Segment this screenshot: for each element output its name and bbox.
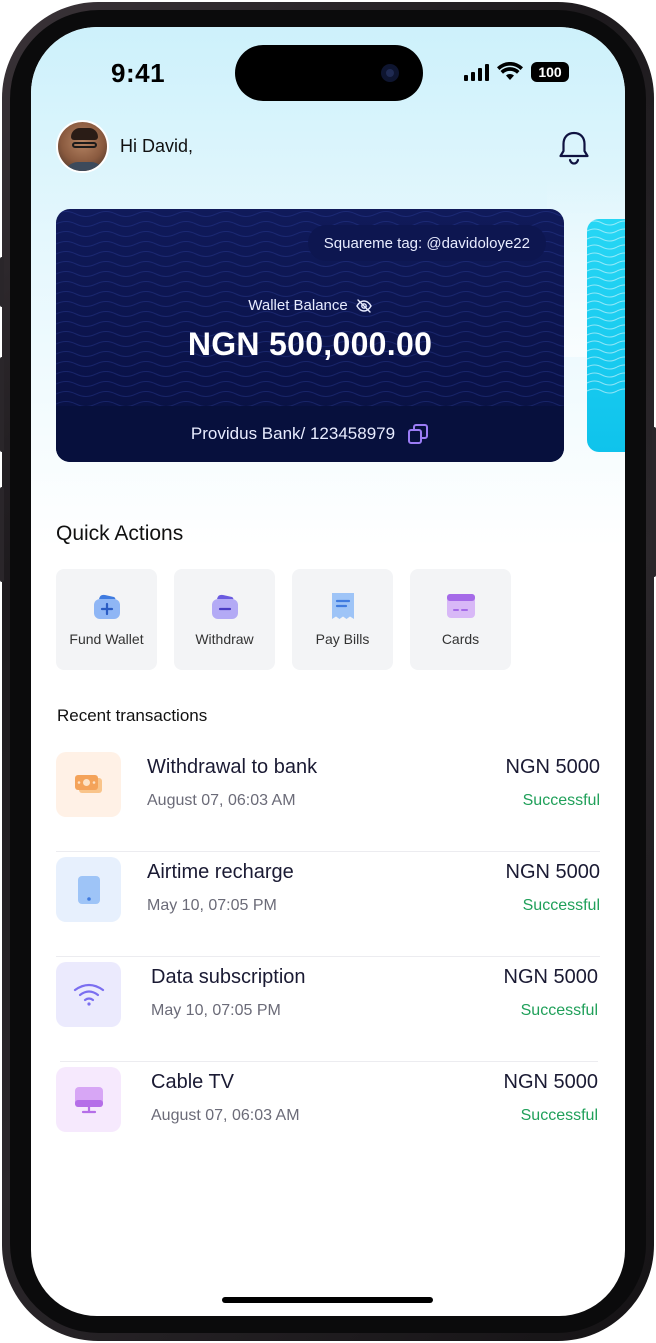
withdraw-icon <box>211 594 238 619</box>
dynamic-island <box>235 45 423 101</box>
wallet-card[interactable]: Squareme tag: @davidoloye22 Wallet Balan… <box>56 209 564 462</box>
wifi-icon <box>56 962 121 1027</box>
mute-switch <box>0 257 4 307</box>
transaction-row[interactable]: Withdrawal to bank August 07, 06:03 AM N… <box>56 747 600 852</box>
transaction-row[interactable]: Cable TV August 07, 06:03 AM NGN 5000 Su… <box>56 1062 599 1167</box>
phone-icon <box>56 857 121 922</box>
avatar[interactable] <box>56 120 109 173</box>
card-icon <box>446 594 475 618</box>
bell-icon[interactable] <box>556 129 592 167</box>
squareme-tag[interactable]: Squareme tag: @davidoloye22 <box>307 225 546 261</box>
tv-icon <box>56 1067 121 1132</box>
signal-icon <box>464 63 489 81</box>
status-icons: 100 <box>464 61 569 83</box>
transaction-date: May 10, 07:05 PM <box>151 1002 281 1019</box>
bank-account-row: Providus Bank/ 123458979 <box>56 406 564 462</box>
wallet-balance-label: Wallet Balance <box>56 297 564 314</box>
wifi-status-icon <box>497 62 523 80</box>
wallet-balance-label-text: Wallet Balance <box>248 297 348 314</box>
camera-icon <box>381 64 399 82</box>
quick-action-fund-wallet[interactable]: Fund Wallet <box>56 569 157 670</box>
transaction-status: Successful <box>522 897 600 914</box>
transaction-row[interactable]: Airtime recharge May 10, 07:05 PM NGN 50… <box>56 852 600 957</box>
transaction-amount: NGN 5000 <box>503 966 599 988</box>
quick-action-label: Fund Wallet <box>69 631 144 647</box>
transactions-list: Withdrawal to bank August 07, 06:03 AM N… <box>56 747 600 1167</box>
transaction-date: August 07, 06:03 AM <box>147 792 296 809</box>
quick-action-label: Withdraw <box>195 631 254 647</box>
quick-actions-title: Quick Actions <box>56 522 184 545</box>
receipt-icon <box>331 593 354 619</box>
transaction-status: Successful <box>520 1002 598 1019</box>
quick-action-label: Pay Bills <box>315 631 370 647</box>
status-time: 9:41 <box>111 58 166 88</box>
quick-action-withdraw[interactable]: Withdraw <box>174 569 275 670</box>
quick-action-cards[interactable]: Cards <box>410 569 511 670</box>
volume-up-button <box>0 357 4 452</box>
recent-transactions-title: Recent transactions <box>57 706 208 725</box>
next-card-peek[interactable] <box>587 219 625 452</box>
volume-down-button <box>0 487 4 582</box>
transaction-title: Withdrawal to bank <box>147 756 318 778</box>
home-indicator[interactable] <box>222 1297 433 1303</box>
transaction-title: Data subscription <box>151 966 306 988</box>
power-button <box>652 427 656 577</box>
transaction-amount: NGN 5000 <box>503 1071 599 1093</box>
transaction-date: August 07, 06:03 AM <box>151 1107 300 1124</box>
transaction-title: Airtime recharge <box>147 861 294 883</box>
eye-off-icon[interactable] <box>355 298 372 313</box>
transaction-status: Successful <box>520 1107 598 1124</box>
transaction-title: Cable TV <box>151 1071 235 1093</box>
bank-account-text: Providus Bank/ 123458979 <box>190 424 396 443</box>
wave-pattern <box>587 219 625 394</box>
battery-icon: 100 <box>531 62 569 82</box>
wallet-balance-value: NGN 500,000.00 <box>187 326 433 362</box>
quick-action-pay-bills[interactable]: Pay Bills <box>292 569 393 670</box>
transaction-status: Successful <box>522 792 600 809</box>
app-screen: 9:41 100 Hi David, Squareme tag: @davido… <box>31 27 625 1316</box>
fund-wallet-icon <box>93 594 120 619</box>
quick-actions-row: Fund Wallet Withdraw Pay Bills Cards <box>56 569 511 670</box>
transaction-amount: NGN 5000 <box>505 861 601 883</box>
transaction-amount: NGN 5000 <box>505 756 601 778</box>
copy-icon[interactable] <box>407 423 429 445</box>
transaction-row[interactable]: Data subscription May 10, 07:05 PM NGN 5… <box>56 957 599 1062</box>
transaction-date: May 10, 07:05 PM <box>147 897 277 914</box>
cash-icon <box>56 752 121 817</box>
quick-action-label: Cards <box>441 631 480 647</box>
greeting-text: Hi David, <box>120 136 194 156</box>
